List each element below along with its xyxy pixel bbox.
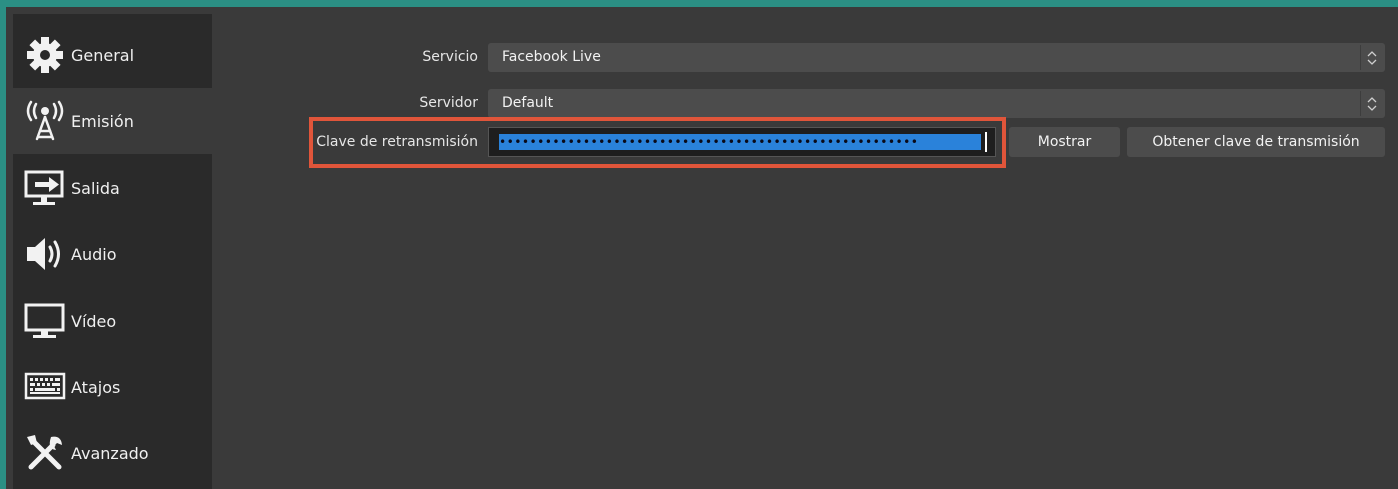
keyboard-icon bbox=[23, 365, 67, 409]
up-down-arrows-icon bbox=[1360, 91, 1383, 116]
show-key-button[interactable]: Mostrar bbox=[1009, 127, 1120, 157]
broadcast-antenna-icon bbox=[23, 99, 67, 143]
monitor-icon bbox=[23, 299, 67, 343]
server-value: Default bbox=[502, 95, 554, 111]
gear-icon bbox=[23, 33, 67, 77]
server-select[interactable]: Default bbox=[488, 89, 1385, 118]
service-value: Facebook Live bbox=[502, 49, 601, 65]
sidebar-item-salida[interactable]: Salida bbox=[13, 155, 212, 221]
up-down-arrows-icon bbox=[1360, 45, 1383, 70]
server-label: Servidor bbox=[419, 95, 478, 111]
stream-key-label: Clave de retransmisión bbox=[316, 134, 478, 150]
stream-key-input[interactable]: ••••••••••••••••••••••••••••••••••••••••… bbox=[488, 127, 996, 157]
sidebar-item-atajos[interactable]: Atajos bbox=[13, 354, 212, 420]
text-caret bbox=[985, 132, 987, 152]
stream-key-masked-value: ••••••••••••••••••••••••••••••••••••••••… bbox=[499, 134, 981, 150]
service-select[interactable]: Facebook Live bbox=[488, 43, 1385, 72]
sidebar-item-label: Audio bbox=[71, 244, 117, 264]
sidebar-item-label: Avanzado bbox=[71, 443, 149, 463]
service-label: Servicio bbox=[422, 49, 478, 65]
sidebar-item-label: Atajos bbox=[71, 377, 121, 397]
sidebar-item-avanzado[interactable]: Avanzado bbox=[13, 420, 212, 486]
sidebar-item-video[interactable]: Vídeo bbox=[13, 288, 212, 354]
sidebar-item-label: Emisión bbox=[71, 111, 134, 131]
sidebar-item-general[interactable]: General bbox=[13, 22, 212, 88]
speaker-icon bbox=[23, 232, 67, 276]
sidebar-item-audio[interactable]: Audio bbox=[13, 221, 212, 287]
sidebar-item-label: Vídeo bbox=[71, 311, 117, 331]
output-monitor-icon bbox=[23, 166, 67, 210]
sidebar-item-label: General bbox=[71, 45, 135, 65]
get-stream-key-button[interactable]: Obtener clave de transmisión bbox=[1127, 127, 1385, 157]
tools-icon bbox=[23, 431, 67, 475]
sidebar-item-label: Salida bbox=[71, 178, 120, 198]
settings-window bbox=[6, 7, 1398, 489]
sidebar-item-emision[interactable]: Emisión bbox=[13, 88, 212, 154]
